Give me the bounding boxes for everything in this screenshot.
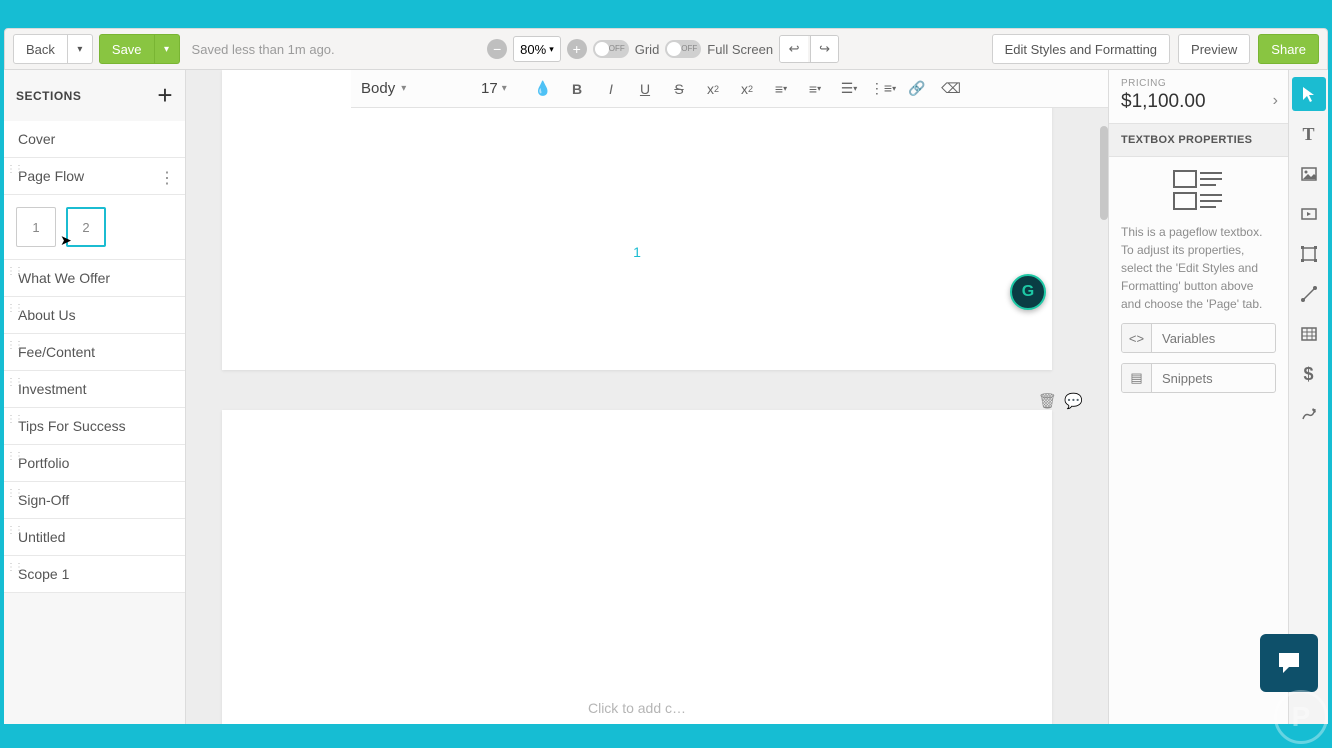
textbox-icon bbox=[1172, 169, 1226, 213]
section-item-sign-off[interactable]: Sign-Off bbox=[4, 482, 185, 519]
zoom-level-select[interactable]: 80%▾ bbox=[513, 36, 561, 62]
section-item-scope-1[interactable]: Scope 1 bbox=[4, 556, 185, 593]
pricing-label: PRICING bbox=[1121, 78, 1276, 89]
bold-icon[interactable]: B bbox=[565, 77, 589, 101]
superscript-icon[interactable]: x2 bbox=[735, 77, 759, 101]
grammarly-widget[interactable]: G bbox=[1010, 274, 1046, 310]
section-item-more-icon[interactable]: ⋮ bbox=[159, 168, 175, 188]
add-content-placeholder[interactable]: Click to add c… bbox=[327, 700, 947, 716]
pricing-summary[interactable]: PRICING $1,100.00 › bbox=[1109, 70, 1288, 124]
back-dropdown[interactable]: ▾ bbox=[68, 34, 93, 64]
italic-icon[interactable]: I bbox=[599, 77, 623, 101]
section-item-investment[interactable]: Investment bbox=[4, 371, 185, 408]
snippets-label: Snippets bbox=[1152, 371, 1275, 386]
page-number-label: 1 bbox=[633, 244, 641, 260]
image-tool-icon[interactable] bbox=[1292, 157, 1326, 191]
properties-panel: PRICING $1,100.00 › TEXTBOX PROPERTIES bbox=[1108, 70, 1288, 724]
variables-icon: <> bbox=[1122, 324, 1152, 352]
line-tool-icon[interactable] bbox=[1292, 277, 1326, 311]
page-thumbnails: 1 2 bbox=[4, 195, 185, 260]
shape-tool-icon[interactable] bbox=[1292, 237, 1326, 271]
watermark-logo-icon: P bbox=[1274, 690, 1328, 744]
section-item-cover[interactable]: Cover bbox=[4, 121, 185, 158]
section-item-label: Page Flow bbox=[18, 168, 84, 184]
chevron-right-icon: › bbox=[1273, 92, 1278, 110]
sections-sidebar: SECTIONS + Cover Page Flow ⋮ 1 2 What We… bbox=[4, 70, 186, 724]
pricing-tool-icon[interactable]: $ bbox=[1292, 357, 1326, 391]
section-item-page-flow[interactable]: Page Flow ⋮ bbox=[4, 158, 185, 195]
undo-button[interactable]: ↩ bbox=[780, 36, 808, 62]
section-item-fee-content[interactable]: Fee/Content bbox=[4, 334, 185, 371]
video-tool-icon[interactable] bbox=[1292, 197, 1326, 231]
window-bottom-spacer bbox=[0, 724, 1332, 748]
textbox-properties-description: This is a pageflow textbox. To adjust it… bbox=[1121, 223, 1276, 313]
grid-toggle-label: Grid bbox=[635, 42, 660, 57]
numbered-list-icon[interactable]: ☰▾ bbox=[837, 77, 861, 101]
page-thumb-2[interactable]: 2 bbox=[66, 207, 106, 247]
section-item-untitled[interactable]: Untitled bbox=[4, 519, 185, 556]
pricing-value: $1,100.00 bbox=[1121, 91, 1276, 113]
save-status: Saved less than 1m ago. bbox=[192, 42, 335, 57]
document-page-1[interactable]: 1 bbox=[222, 70, 1052, 370]
sections-heading: SECTIONS bbox=[16, 89, 81, 103]
grid-toggle[interactable]: OFF bbox=[593, 40, 629, 58]
strikethrough-icon[interactable]: S bbox=[667, 77, 691, 101]
page-comment-icon[interactable]: 💬 bbox=[1064, 392, 1082, 410]
preview-button[interactable]: Preview bbox=[1178, 34, 1250, 64]
textbox-properties-header: TEXTBOX PROPERTIES bbox=[1109, 124, 1288, 157]
select-tool-icon[interactable] bbox=[1292, 77, 1326, 111]
underline-icon[interactable]: U bbox=[633, 77, 657, 101]
line-spacing-icon[interactable]: ≡▾ bbox=[769, 77, 793, 101]
variables-button[interactable]: <> Variables bbox=[1121, 323, 1276, 353]
mouse-cursor-icon: ➤ bbox=[60, 232, 72, 249]
link-icon[interactable]: 🔗 bbox=[905, 77, 929, 101]
fullscreen-toggle-label: Full Screen bbox=[707, 42, 773, 57]
section-item-what-we-offer[interactable]: What We Offer bbox=[4, 260, 185, 297]
editor-canvas-area: Body ▾ 17 ▾ 💧 B I U S x2 x2 ≡▾ ≡ ▾ ☰▾ ⋮≡… bbox=[186, 70, 1108, 724]
right-tool-rail: T $ bbox=[1288, 70, 1328, 724]
window-titlebar-spacer bbox=[0, 0, 1332, 28]
table-tool-icon[interactable] bbox=[1292, 317, 1326, 351]
paragraph-style-select[interactable]: Body ▾ bbox=[361, 80, 471, 97]
snippets-button[interactable]: ▤ Snippets bbox=[1121, 363, 1276, 393]
snippets-icon: ▤ bbox=[1122, 364, 1152, 392]
align-icon[interactable]: ≡ ▾ bbox=[803, 77, 827, 101]
save-button[interactable]: Save bbox=[99, 34, 155, 64]
page-thumb-1[interactable]: 1 bbox=[16, 207, 56, 247]
zoom-out-button[interactable]: − bbox=[487, 39, 507, 59]
main-toolbar: Back ▾ Save ▾ Saved less than 1m ago. − … bbox=[4, 28, 1328, 70]
edit-styles-button[interactable]: Edit Styles and Formatting bbox=[992, 34, 1170, 64]
text-format-toolbar: Body ▾ 17 ▾ 💧 B I U S x2 x2 ≡▾ ≡ ▾ ☰▾ ⋮≡… bbox=[351, 70, 1108, 108]
variables-label: Variables bbox=[1152, 331, 1275, 346]
redo-button[interactable]: ↪ bbox=[810, 36, 838, 62]
section-item-about-us[interactable]: About Us bbox=[4, 297, 185, 334]
delete-page-icon[interactable]: 🗑 bbox=[1038, 392, 1056, 410]
bulleted-list-icon[interactable]: ⋮≡▾ bbox=[871, 77, 895, 101]
zoom-in-button[interactable]: + bbox=[567, 39, 587, 59]
clear-format-icon[interactable]: ⌫ bbox=[939, 77, 963, 101]
document-page-2[interactable]: 🗑 💬 Click to add c… bbox=[222, 410, 1052, 724]
chat-widget-button[interactable] bbox=[1260, 634, 1318, 692]
canvas-scrollbar[interactable] bbox=[1100, 126, 1108, 220]
add-section-button[interactable]: + bbox=[157, 80, 173, 111]
text-tool-icon[interactable]: T bbox=[1292, 117, 1326, 151]
save-dropdown[interactable]: ▾ bbox=[155, 34, 180, 64]
share-button[interactable]: Share bbox=[1258, 34, 1319, 64]
subscript-icon[interactable]: x2 bbox=[701, 77, 725, 101]
back-button[interactable]: Back bbox=[13, 34, 68, 64]
text-color-icon[interactable]: 💧 bbox=[531, 77, 555, 101]
signature-tool-icon[interactable] bbox=[1292, 397, 1326, 431]
fullscreen-toggle[interactable]: OFF bbox=[665, 40, 701, 58]
font-size-select[interactable]: 17 ▾ bbox=[481, 80, 521, 97]
section-item-tips-for-success[interactable]: Tips For Success bbox=[4, 408, 185, 445]
section-item-portfolio[interactable]: Portfolio bbox=[4, 445, 185, 482]
